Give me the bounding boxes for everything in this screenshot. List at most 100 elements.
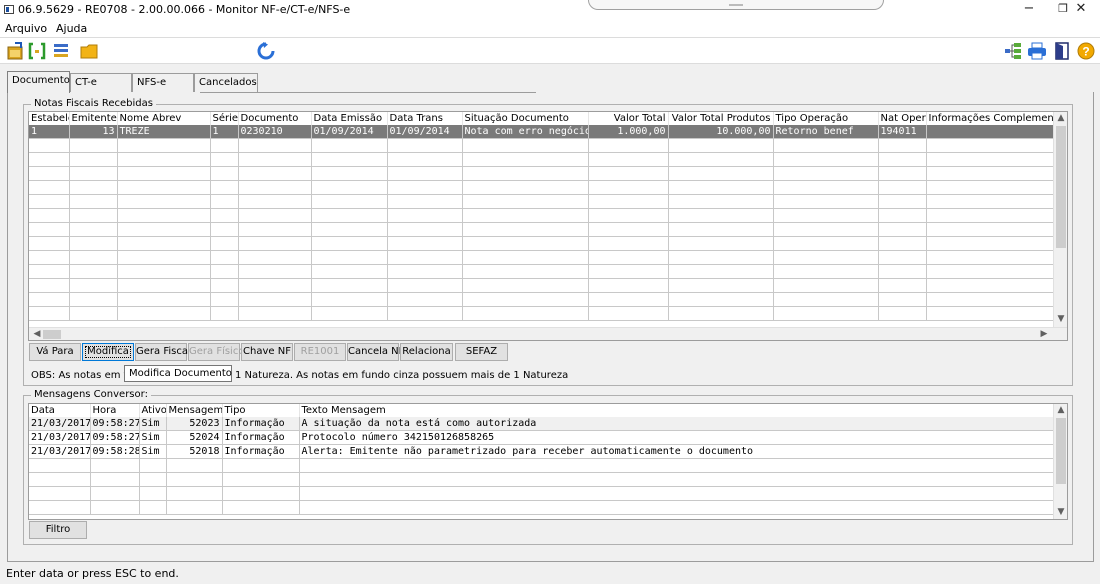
- cell-hora[interactable]: 09:58:27: [90, 417, 140, 431]
- col-header-serie[interactable]: Série: [210, 112, 239, 125]
- scroll-right-icon[interactable]: ▶: [1039, 329, 1049, 339]
- cell-data[interactable]: 21/03/2017: [29, 430, 91, 445]
- cell-tipo[interactable]: Informação: [222, 430, 300, 445]
- col-header-tipo-operacao[interactable]: Tipo Operação: [773, 112, 879, 125]
- table-row[interactable]: 1 13 TREZE 1 0230210 01/09/2014 01/09/20…: [29, 125, 1055, 139]
- col-header-info-compl[interactable]: Informações Complementares: [926, 112, 1055, 125]
- col-header-emitente[interactable]: Emitente: [69, 112, 118, 125]
- cell-mensagem[interactable]: 52023: [166, 417, 223, 431]
- cell-info-compl[interactable]: [926, 125, 1055, 139]
- tab-cancelados[interactable]: Cancelados: [194, 73, 258, 92]
- table-row-empty[interactable]: [29, 208, 1055, 223]
- cell-hora[interactable]: 09:58:28: [90, 444, 140, 459]
- table-row-empty[interactable]: [29, 180, 1055, 195]
- table-row-empty[interactable]: [29, 152, 1055, 167]
- refresh-icon[interactable]: [256, 41, 276, 61]
- cell-situacao[interactable]: Nota com erro negócio: [462, 125, 589, 139]
- tab-nfse[interactable]: NFS-e: [132, 73, 194, 92]
- scroll-down-icon[interactable]: ▼: [1054, 314, 1067, 324]
- table-row[interactable]: 21/03/2017 09:58:28 Sim 52018 Informação…: [29, 444, 1055, 459]
- table-row-empty[interactable]: [29, 472, 1055, 487]
- cell-tipo[interactable]: Informação: [222, 417, 300, 431]
- re1001-button[interactable]: RE1001: [294, 343, 346, 361]
- close-button[interactable]: ✕: [1066, 0, 1096, 20]
- table-row-empty[interactable]: [29, 250, 1055, 265]
- col-header-situacao[interactable]: Situação Documento: [462, 112, 589, 125]
- cell-texto[interactable]: Alerta: Emitente não parametrizado para …: [299, 444, 1055, 459]
- cell-valor-produtos[interactable]: 10.000,00: [668, 125, 774, 139]
- title-drag-handle[interactable]: [588, 0, 884, 10]
- table-row[interactable]: 21/03/2017 09:58:27 Sim 52023 Informação…: [29, 417, 1055, 431]
- scroll-left-icon[interactable]: ◀: [32, 329, 42, 339]
- exit-door-icon[interactable]: [1053, 42, 1071, 60]
- list-icon[interactable]: [52, 42, 70, 60]
- cell-emitente[interactable]: 13: [69, 125, 118, 139]
- table-row-empty[interactable]: [29, 236, 1055, 251]
- col-header-data-trans[interactable]: Data Trans: [387, 112, 463, 125]
- notas-vertical-scrollbar[interactable]: ▲ ▼: [1053, 112, 1067, 327]
- table-row-empty[interactable]: [29, 194, 1055, 209]
- mensagens-vertical-scrollbar[interactable]: ▲ ▼: [1053, 404, 1067, 519]
- menu-ajuda[interactable]: Ajuda: [56, 22, 87, 35]
- cell-tipo-operacao[interactable]: Retorno benef: [773, 125, 879, 139]
- cell-data-trans[interactable]: 01/09/2014: [387, 125, 463, 139]
- tree-icon[interactable]: [1004, 42, 1022, 60]
- cell-serie[interactable]: 1: [210, 125, 239, 139]
- gera-fisico-button[interactable]: Gera Físico: [188, 343, 244, 361]
- menu-arquivo[interactable]: Arquivo: [5, 22, 47, 35]
- scroll-up-icon[interactable]: ▲: [1054, 113, 1067, 123]
- gera-fiscal-button[interactable]: Gera Fiscal: [135, 343, 191, 361]
- table-row-empty[interactable]: [29, 486, 1055, 501]
- notas-horizontal-scrollbar[interactable]: ◀ ▶: [29, 327, 1067, 340]
- brackets-icon[interactable]: [28, 42, 46, 60]
- cell-data[interactable]: 21/03/2017: [29, 417, 91, 431]
- chave-nf-button[interactable]: Chave NF: [241, 343, 293, 361]
- col-header-ativo[interactable]: Ativo: [139, 404, 167, 417]
- cell-texto[interactable]: Protocolo número 342150126858265: [299, 430, 1055, 445]
- scroll-h-thumb[interactable]: [43, 330, 61, 339]
- cell-documento[interactable]: 0230210: [238, 125, 312, 139]
- cell-ativo[interactable]: Sim: [139, 444, 167, 459]
- col-header-mensagem[interactable]: Mensagem: [166, 404, 223, 417]
- table-row-empty[interactable]: [29, 306, 1055, 321]
- scroll-down-icon[interactable]: ▼: [1054, 507, 1067, 517]
- cell-ativo[interactable]: Sim: [139, 417, 167, 431]
- cell-ativo[interactable]: Sim: [139, 430, 167, 445]
- col-header-data[interactable]: Data: [29, 404, 91, 417]
- col-header-hora[interactable]: Hora: [90, 404, 140, 417]
- filtro-button[interactable]: Filtro: [29, 521, 87, 539]
- table-row-empty[interactable]: [29, 138, 1055, 153]
- col-header-nome-abrev[interactable]: Nome Abrev: [117, 112, 211, 125]
- cell-data-emissao[interactable]: 01/09/2014: [311, 125, 388, 139]
- export-icon[interactable]: [7, 42, 25, 60]
- table-row-empty[interactable]: [29, 500, 1055, 515]
- col-header-estabelec[interactable]: Estabelec: [29, 112, 70, 125]
- col-header-tipo[interactable]: Tipo: [222, 404, 300, 417]
- modifica-button[interactable]: Modifica: [82, 343, 134, 361]
- scroll-thumb[interactable]: [1056, 418, 1066, 484]
- scroll-up-icon[interactable]: ▲: [1054, 405, 1067, 415]
- scroll-thumb[interactable]: [1056, 126, 1066, 248]
- cancela-nf-button[interactable]: Cancela NF: [347, 343, 404, 361]
- cell-hora[interactable]: 09:58:27: [90, 430, 140, 445]
- printer-icon[interactable]: [1027, 42, 1047, 60]
- cell-valor-total[interactable]: 1.000,00: [588, 125, 669, 139]
- cell-estabelec[interactable]: 1: [29, 125, 70, 139]
- cell-tipo[interactable]: Informação: [222, 444, 300, 459]
- relaciona-button[interactable]: Relaciona: [400, 343, 453, 361]
- col-header-documento[interactable]: Documento: [238, 112, 312, 125]
- col-header-data-emissao[interactable]: Data Emissão: [311, 112, 388, 125]
- table-row-empty[interactable]: [29, 458, 1055, 473]
- tab-documentos[interactable]: Documentos: [7, 71, 75, 93]
- sefaz-button[interactable]: SEFAZ: [455, 343, 508, 361]
- col-header-valor-total[interactable]: Valor Total: [588, 112, 669, 125]
- tab-cte[interactable]: CT-e: [70, 73, 132, 92]
- table-row-empty[interactable]: [29, 278, 1055, 293]
- cell-nome-abrev[interactable]: TREZE: [117, 125, 211, 139]
- cell-mensagem[interactable]: 52018: [166, 444, 223, 459]
- cell-mensagem[interactable]: 52024: [166, 430, 223, 445]
- table-row-empty[interactable]: [29, 222, 1055, 237]
- help-icon[interactable]: ?: [1077, 42, 1095, 60]
- cell-data[interactable]: 21/03/2017: [29, 444, 91, 459]
- table-row-empty[interactable]: [29, 264, 1055, 279]
